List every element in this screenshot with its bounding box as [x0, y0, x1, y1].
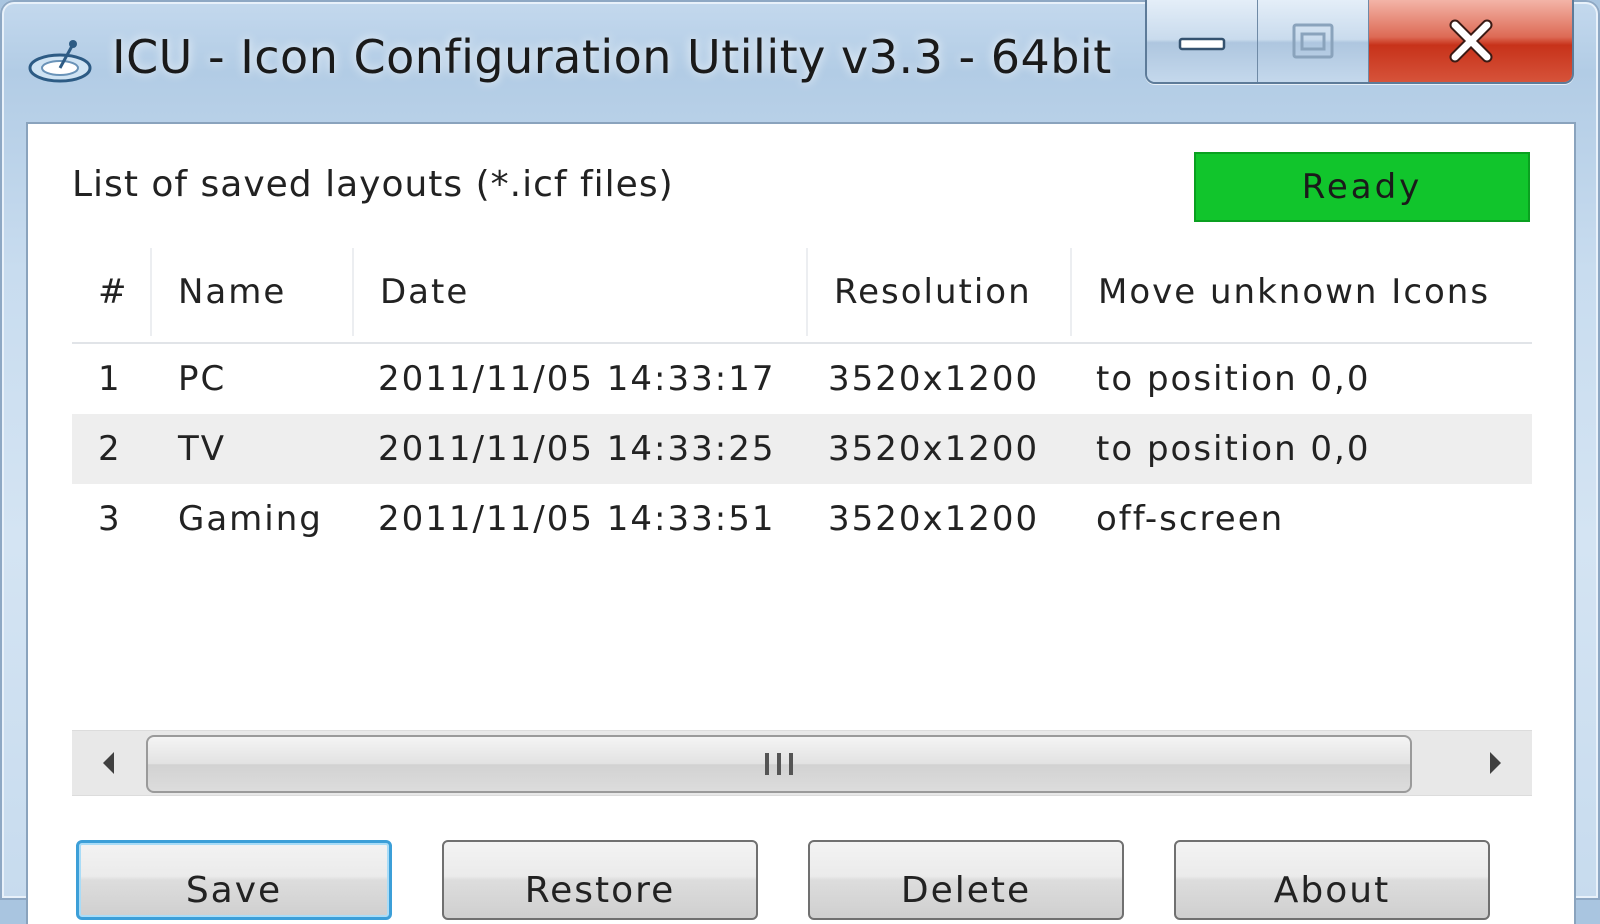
arrow-right-icon — [1490, 752, 1501, 774]
scroll-right-button[interactable] — [1458, 731, 1532, 795]
close-icon — [1449, 19, 1492, 63]
cell-number: 2 — [98, 429, 122, 469]
about-button[interactable]: About — [1174, 840, 1490, 920]
status-indicator: Ready — [1194, 152, 1530, 222]
window-title: ICU - Icon Configuration Utility v3.3 - … — [112, 30, 1112, 84]
scroll-left-button[interactable] — [72, 731, 146, 795]
cell-number: 3 — [98, 499, 122, 539]
arrow-left-icon — [103, 752, 114, 774]
cell-number: 1 — [98, 359, 122, 399]
horizontal-scrollbar[interactable] — [72, 730, 1532, 796]
close-button[interactable] — [1369, 0, 1572, 82]
caption-buttons — [1145, 0, 1574, 84]
listview-header: # Name Date Resolution Move unknown Icon… — [72, 242, 1532, 344]
restore-button[interactable]: Restore — [442, 840, 758, 920]
cell-move-unknown-icons: to position 0,0 — [1096, 359, 1371, 399]
cell-resolution: 3520x1200 — [828, 499, 1040, 539]
save-button[interactable]: Save — [76, 840, 392, 920]
cell-name: PC — [178, 359, 227, 399]
column-header-number[interactable]: # — [72, 242, 150, 342]
maximize-icon — [1292, 23, 1334, 59]
table-row[interactable]: 1 PC 2011/11/05 14:33:17 3520x1200 to po… — [72, 344, 1532, 414]
cell-date: 2011/11/05 14:33:25 — [378, 429, 776, 469]
cell-move-unknown-icons: off-screen — [1096, 499, 1285, 539]
layouts-listview[interactable]: # Name Date Resolution Move unknown Icon… — [72, 242, 1532, 797]
client-area: List of saved layouts (*.icf files) Read… — [26, 122, 1576, 924]
saved-layouts-label: List of saved layouts (*.icf files) — [72, 164, 674, 205]
scrollbar-thumb[interactable] — [146, 735, 1412, 793]
column-header-resolution[interactable]: Resolution — [808, 242, 1070, 342]
window-frame: ICU - Icon Configuration Utility v3.3 - … — [0, 0, 1600, 924]
cell-resolution: 3520x1200 — [828, 359, 1040, 399]
cell-move-unknown-icons: to position 0,0 — [1096, 429, 1371, 469]
column-header-date[interactable]: Date — [354, 242, 806, 342]
satellite-dish-icon — [28, 40, 92, 83]
table-row[interactable]: 3 Gaming 2011/11/05 14:33:51 3520x1200 o… — [72, 484, 1532, 554]
delete-button[interactable]: Delete — [808, 840, 1124, 920]
cell-date: 2011/11/05 14:33:51 — [378, 499, 776, 539]
grip-icon — [765, 753, 793, 775]
minimize-button[interactable] — [1147, 0, 1258, 82]
column-header-name[interactable]: Name — [152, 242, 352, 342]
maximize-button[interactable] — [1258, 0, 1369, 82]
table-row[interactable]: 2 TV 2011/11/05 14:33:25 3520x1200 to po… — [72, 414, 1532, 484]
cell-name: Gaming — [178, 499, 323, 539]
cell-name: TV — [178, 429, 227, 469]
minimize-icon — [1178, 37, 1226, 51]
cell-date: 2011/11/05 14:33:17 — [378, 359, 776, 399]
cell-resolution: 3520x1200 — [828, 429, 1040, 469]
column-header-move-unknown-icons[interactable]: Move unknown Icons — [1072, 242, 1532, 342]
